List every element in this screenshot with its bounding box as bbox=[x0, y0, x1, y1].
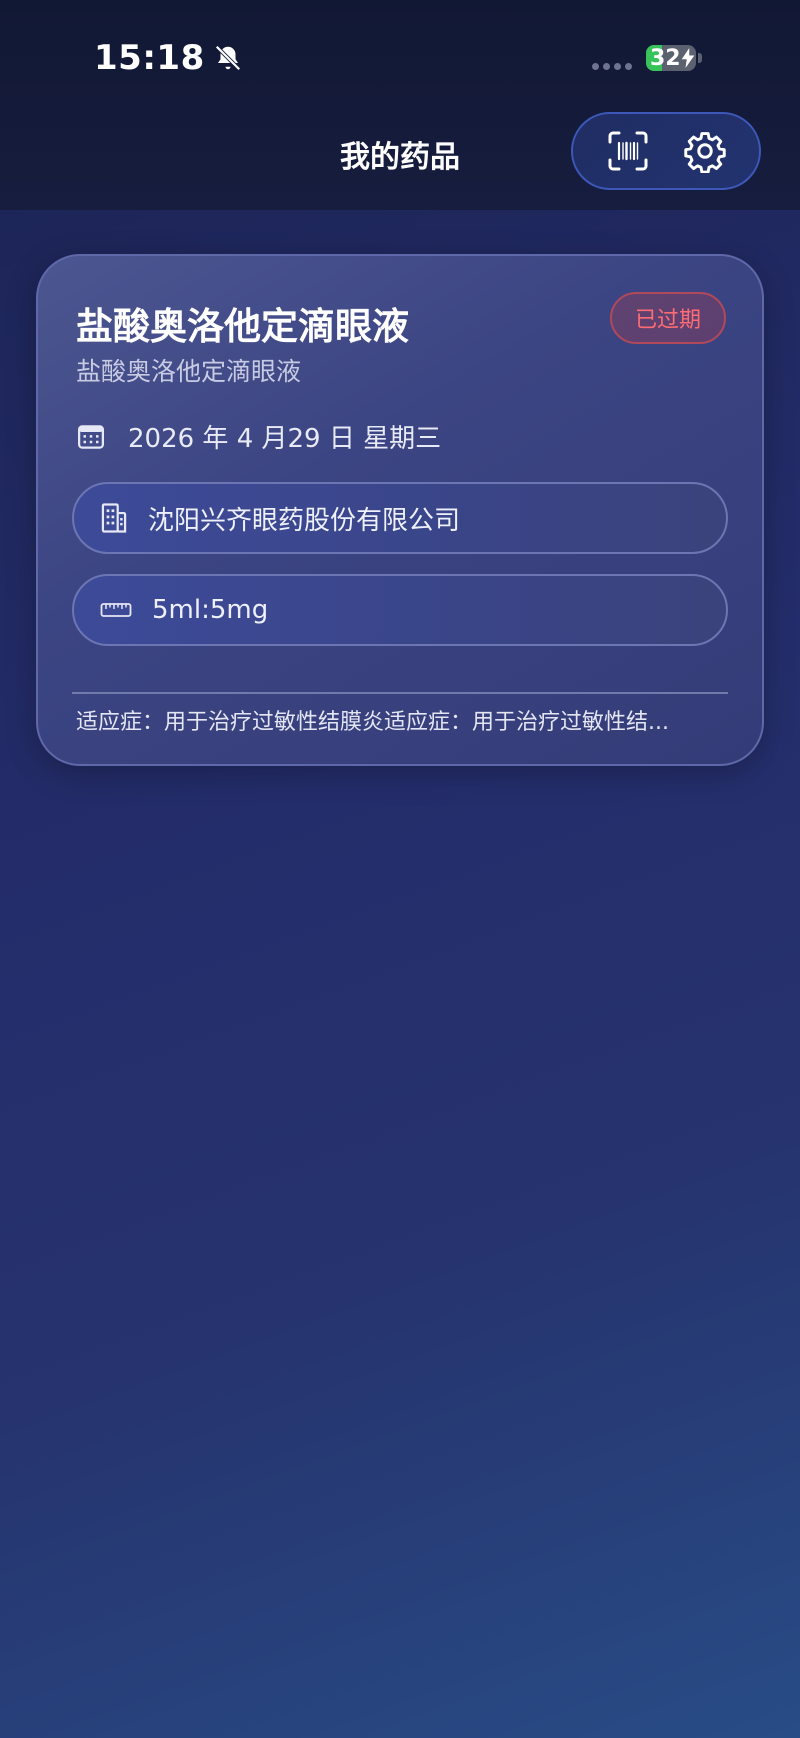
barcode-scan-icon bbox=[607, 130, 649, 172]
medicine-name: 盐酸奥洛他定滴眼液 bbox=[76, 305, 409, 348]
manufacturer-text: 沈阳兴齐眼药股份有限公司 bbox=[148, 505, 461, 536]
expiry-date-text: 2026 年 4 月29 日 星期三 bbox=[128, 424, 442, 454]
status-bar-time: 15:18 bbox=[94, 38, 243, 78]
ruler-icon bbox=[100, 600, 132, 620]
building-icon bbox=[100, 502, 128, 534]
battery-level: 32 bbox=[650, 45, 681, 71]
medicine-generic-name: 盐酸奥洛他定滴眼液 bbox=[76, 357, 302, 386]
medicine-card[interactable]: 盐酸奥洛他定滴眼液 已过期 盐酸奥洛他定滴眼液 2026 年 4 月29 日 星… bbox=[36, 254, 764, 766]
manufacturer-pill: 沈阳兴齐眼药股份有限公司 bbox=[72, 482, 728, 554]
bell-slash-icon bbox=[213, 43, 243, 73]
signal-dots-icon bbox=[592, 63, 632, 70]
status-time-text: 15:18 bbox=[94, 38, 205, 78]
indication-text: 适应症：用于治疗过敏性结膜炎适应症：用于治疗过敏性结... bbox=[76, 710, 669, 735]
header-action-group bbox=[571, 112, 761, 190]
status-badge: 已过期 bbox=[610, 292, 726, 344]
top-bar: 15:18 32 我的药品 bbox=[0, 0, 800, 210]
settings-button[interactable] bbox=[682, 128, 728, 174]
battery-charging-icon: 32 bbox=[646, 45, 696, 71]
card-divider bbox=[72, 692, 728, 694]
barcode-scan-button[interactable] bbox=[605, 128, 651, 174]
specification-text: 5ml:5mg bbox=[152, 595, 269, 625]
gear-icon bbox=[683, 129, 727, 173]
expiry-date-row: 2026 年 4 月29 日 星期三 bbox=[76, 418, 441, 455]
battery-nub bbox=[698, 53, 702, 63]
calendar-icon bbox=[76, 422, 106, 452]
specification-pill: 5ml:5mg bbox=[72, 574, 728, 646]
